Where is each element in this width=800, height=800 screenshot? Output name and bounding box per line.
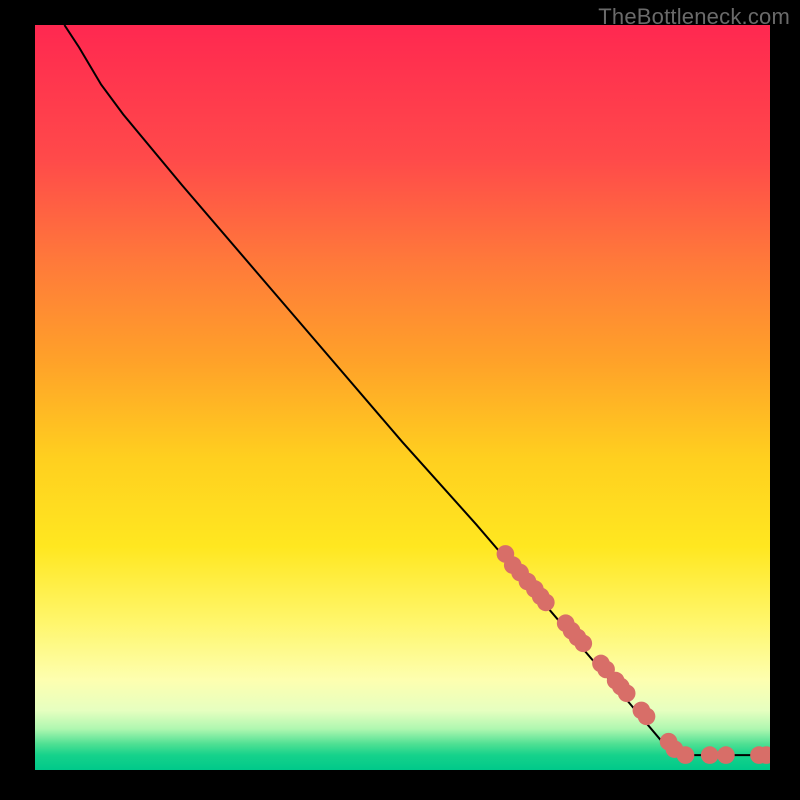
data-marker	[717, 746, 735, 764]
data-marker	[701, 746, 719, 764]
data-marker	[618, 684, 636, 702]
chart-canvas	[0, 0, 800, 800]
plot-background	[35, 25, 770, 770]
data-marker	[758, 746, 776, 764]
data-marker	[638, 708, 656, 726]
data-marker	[677, 746, 695, 764]
chart-frame: TheBottleneck.com	[0, 0, 800, 800]
data-marker	[537, 594, 555, 612]
data-marker	[574, 635, 592, 653]
watermark-text: TheBottleneck.com	[598, 4, 790, 30]
